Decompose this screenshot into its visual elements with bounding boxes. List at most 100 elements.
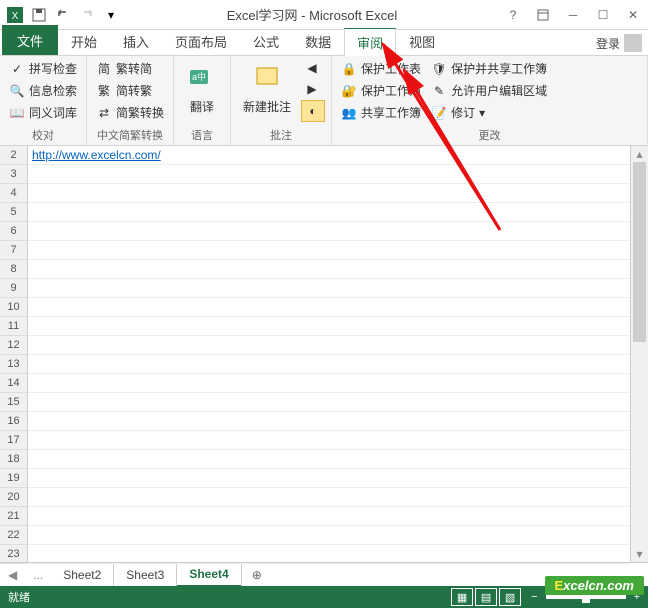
protect-workbook-button[interactable]: 🔐保护工作簿 bbox=[338, 80, 424, 101]
spelling-button[interactable]: ✓拼写检查 bbox=[6, 58, 80, 79]
row-header[interactable]: 19 bbox=[0, 469, 27, 488]
protect-sheet-button[interactable]: 🔒保护工作表 bbox=[338, 58, 424, 79]
save-button[interactable] bbox=[28, 4, 50, 26]
cell-row[interactable] bbox=[28, 431, 630, 450]
cell-row[interactable] bbox=[28, 393, 630, 412]
cell-row[interactable] bbox=[28, 203, 630, 222]
row-header[interactable]: 17 bbox=[0, 431, 27, 450]
group-label: 语言 bbox=[180, 125, 224, 143]
sheet-nav-prev[interactable]: ◀ bbox=[0, 568, 25, 582]
row-header[interactable]: 20 bbox=[0, 488, 27, 507]
row-header[interactable]: 8 bbox=[0, 260, 27, 279]
scroll-down-arrow[interactable]: ▾ bbox=[631, 546, 648, 562]
tab-page-layout[interactable]: 页面布局 bbox=[162, 27, 240, 55]
row-header[interactable]: 21 bbox=[0, 507, 27, 526]
row-header[interactable]: 15 bbox=[0, 393, 27, 412]
undo-button[interactable] bbox=[52, 4, 74, 26]
cell-row[interactable] bbox=[28, 488, 630, 507]
row-header[interactable]: 9 bbox=[0, 279, 27, 298]
cell-row[interactable]: http://www.excelcn.com/ bbox=[28, 146, 630, 165]
cell-row[interactable] bbox=[28, 241, 630, 260]
row-header[interactable]: 13 bbox=[0, 355, 27, 374]
excel-icon[interactable]: X bbox=[4, 4, 26, 26]
show-comment-button[interactable]: ◐ bbox=[301, 100, 325, 122]
tab-review[interactable]: 审阅 bbox=[344, 28, 396, 56]
page-break-view-button[interactable]: ▧ bbox=[499, 588, 521, 606]
row-header[interactable]: 10 bbox=[0, 298, 27, 317]
prev-comment-button[interactable]: ◀ bbox=[301, 58, 325, 78]
tab-view[interactable]: 视图 bbox=[396, 27, 448, 55]
row-header[interactable]: 4 bbox=[0, 184, 27, 203]
track-changes-button[interactable]: 📝修订 ▾ bbox=[428, 102, 550, 123]
row-header[interactable]: 3 bbox=[0, 165, 27, 184]
cell-row[interactable] bbox=[28, 450, 630, 469]
cell-row[interactable] bbox=[28, 412, 630, 431]
new-comment-button[interactable]: 新建批注 bbox=[237, 58, 297, 125]
sheet-tab-active[interactable]: Sheet4 bbox=[177, 563, 241, 587]
cell-row[interactable] bbox=[28, 507, 630, 526]
qat-dropdown[interactable]: ▾ bbox=[100, 4, 122, 26]
login-area[interactable]: 登录 bbox=[596, 34, 642, 52]
sheet-nav-more[interactable]: ... bbox=[25, 568, 51, 582]
zoom-out-button[interactable]: − bbox=[531, 591, 537, 603]
next-comment-button[interactable]: ▶ bbox=[301, 79, 325, 99]
cell-row[interactable] bbox=[28, 526, 630, 545]
scroll-thumb[interactable] bbox=[633, 162, 646, 342]
protect-share-button[interactable]: 🛡保护并共享工作簿 bbox=[428, 58, 550, 79]
trad-to-simp-button[interactable]: 简繁转简 bbox=[93, 58, 167, 79]
cell-row[interactable] bbox=[28, 279, 630, 298]
cells-area[interactable]: http://www.excelcn.com/ bbox=[28, 146, 630, 562]
sheet-tab[interactable]: Sheet3 bbox=[114, 564, 177, 586]
row-header[interactable]: 6 bbox=[0, 222, 27, 241]
row-header[interactable]: 11 bbox=[0, 317, 27, 336]
row-header[interactable]: 2 bbox=[0, 146, 27, 165]
vertical-scrollbar[interactable]: ▴ ▾ bbox=[630, 146, 648, 562]
maximize-button[interactable]: ☐ bbox=[592, 4, 614, 26]
tab-formulas[interactable]: 公式 bbox=[240, 27, 292, 55]
cell-row[interactable] bbox=[28, 469, 630, 488]
close-button[interactable]: ✕ bbox=[622, 4, 644, 26]
minimize-button[interactable]: ─ bbox=[562, 4, 584, 26]
redo-button[interactable] bbox=[76, 4, 98, 26]
sheet-tab[interactable]: Sheet2 bbox=[51, 564, 114, 586]
row-header[interactable]: 5 bbox=[0, 203, 27, 222]
cell-row[interactable] bbox=[28, 355, 630, 374]
row-header[interactable]: 16 bbox=[0, 412, 27, 431]
normal-view-button[interactable]: ▦ bbox=[451, 588, 473, 606]
tab-data[interactable]: 数据 bbox=[292, 27, 344, 55]
row-header[interactable]: 18 bbox=[0, 450, 27, 469]
tab-home[interactable]: 开始 bbox=[58, 27, 110, 55]
help-button[interactable]: ? bbox=[502, 4, 524, 26]
cell-row[interactable] bbox=[28, 374, 630, 393]
tab-insert[interactable]: 插入 bbox=[110, 27, 162, 55]
row-header[interactable]: 22 bbox=[0, 526, 27, 545]
hyperlink-cell[interactable]: http://www.excelcn.com/ bbox=[28, 148, 161, 162]
tab-file[interactable]: 文件 bbox=[2, 25, 58, 55]
allow-edit-button[interactable]: ✎允许用户编辑区域 bbox=[428, 80, 550, 101]
scroll-up-arrow[interactable]: ▴ bbox=[631, 146, 648, 162]
chinese-convert-button[interactable]: ⇄简繁转换 bbox=[93, 102, 167, 123]
row-headers: 234567891011121314151617181920212223 bbox=[0, 146, 28, 562]
page-layout-view-button[interactable]: ▤ bbox=[475, 588, 497, 606]
cell-row[interactable] bbox=[28, 260, 630, 279]
cell-row[interactable] bbox=[28, 165, 630, 184]
share-workbook-button[interactable]: 👥共享工作簿 bbox=[338, 102, 424, 123]
row-header[interactable]: 7 bbox=[0, 241, 27, 260]
cell-row[interactable] bbox=[28, 298, 630, 317]
cell-row[interactable] bbox=[28, 317, 630, 336]
add-sheet-button[interactable]: ⊕ bbox=[242, 568, 272, 582]
row-header[interactable]: 14 bbox=[0, 374, 27, 393]
zoom-slider[interactable] bbox=[546, 595, 626, 599]
row-header[interactable]: 12 bbox=[0, 336, 27, 355]
row-header[interactable]: 23 bbox=[0, 545, 27, 564]
ribbon-display-button[interactable] bbox=[532, 4, 554, 26]
cell-row[interactable] bbox=[28, 184, 630, 203]
cell-row[interactable] bbox=[28, 336, 630, 355]
cell-row[interactable] bbox=[28, 222, 630, 241]
translate-button[interactable]: a中 翻译 bbox=[180, 58, 224, 125]
cell-row[interactable] bbox=[28, 545, 630, 564]
simp-to-trad-button[interactable]: 繁简转繁 bbox=[93, 80, 167, 101]
research-button[interactable]: 🔍信息检索 bbox=[6, 80, 80, 101]
thesaurus-button[interactable]: 📖同义词库 bbox=[6, 102, 80, 123]
login-label: 登录 bbox=[596, 35, 620, 52]
